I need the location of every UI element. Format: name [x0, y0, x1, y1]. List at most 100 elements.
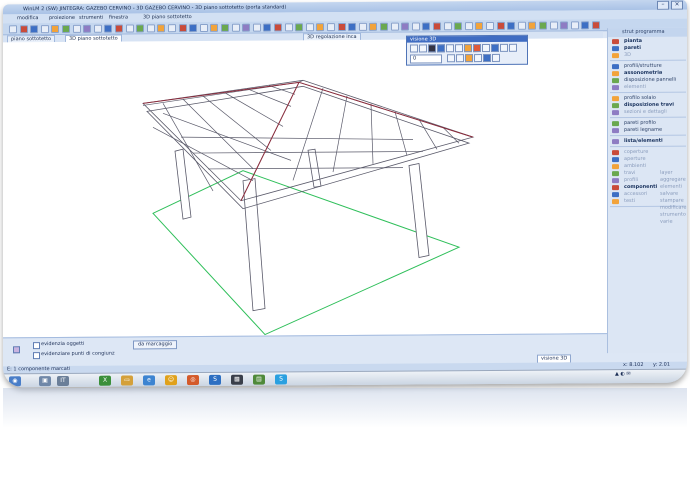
toolbar-button-icon[interactable] [295, 23, 304, 32]
toolbar-button-icon[interactable] [560, 21, 569, 30]
skype-blue-icon[interactable]: S [209, 374, 221, 385]
toolbar-button-icon[interactable] [9, 25, 17, 34]
light-icon[interactable] [473, 44, 481, 53]
render-icon[interactable] [483, 53, 491, 63]
toolbar-button-icon[interactable] [464, 22, 473, 31]
panel-tool-icon[interactable] [13, 346, 20, 354]
eye-icon[interactable] [419, 44, 427, 53]
panel-side-item[interactable]: strumento [660, 212, 686, 218]
app1-icon[interactable]: ▦ [231, 374, 243, 385]
toolbar-button-icon[interactable] [168, 24, 176, 33]
zoom-icon[interactable] [446, 44, 454, 53]
panel-item[interactable]: pareti [624, 45, 641, 51]
toolbar-button-icon[interactable] [274, 23, 282, 32]
cube-icon[interactable] [428, 44, 436, 53]
toolbar-button-icon[interactable] [40, 25, 49, 34]
toolbar-button-icon[interactable] [221, 23, 229, 32]
toolbar-button-icon[interactable] [528, 21, 537, 30]
toolbar-button-icon[interactable] [252, 23, 261, 32]
grid-icon[interactable] [491, 43, 499, 52]
menu-item-strumenti[interactable]: strumenti [79, 14, 103, 23]
excel-icon[interactable]: X [99, 375, 111, 386]
toolbar-button-icon[interactable] [592, 21, 600, 30]
folder-icon[interactable]: ▭ [121, 375, 133, 386]
toolbar-button-icon[interactable] [30, 25, 39, 34]
toolbar-button-icon[interactable] [337, 22, 346, 32]
panel-side-item[interactable]: stampare [660, 198, 684, 204]
toolbar-button-icon[interactable] [411, 22, 420, 31]
panel-item[interactable]: accessori [624, 191, 647, 197]
toolbar-button-icon[interactable] [433, 22, 441, 31]
toolbar-button-icon[interactable] [316, 23, 325, 32]
panel-side-item[interactable]: elementi [660, 184, 682, 190]
panel-side-item[interactable]: varie [660, 219, 673, 225]
panel-item[interactable]: ambienti [624, 163, 646, 169]
toolbar-button-icon[interactable] [242, 23, 251, 32]
toolbar-button-icon[interactable] [517, 21, 526, 30]
panel-item[interactable]: pareti profilo [624, 120, 656, 126]
menu-item-proiezione[interactable]: proiezione [49, 14, 75, 23]
toolbar-button-icon[interactable] [263, 23, 272, 32]
panel-item[interactable]: profili/strutture [624, 63, 662, 69]
marcaggio-button[interactable]: da marcaggio [133, 340, 178, 350]
toolbar-button-icon[interactable] [539, 21, 547, 30]
rotate-icon[interactable] [437, 44, 445, 53]
toolbar-button-icon[interactable] [19, 25, 28, 34]
shade-icon[interactable] [474, 54, 482, 63]
toolbar-button-icon[interactable] [475, 22, 484, 31]
toolbar-button-icon[interactable] [104, 24, 113, 33]
panel-side-item[interactable]: layer [660, 170, 673, 176]
toolbar-button-icon[interactable] [210, 23, 219, 32]
toolbar-button-icon[interactable] [348, 22, 357, 31]
toolbar-button-icon[interactable] [570, 21, 579, 30]
toolbar-button-icon[interactable] [422, 22, 431, 31]
toolbar-button-icon[interactable] [199, 23, 208, 33]
toolbar-button-icon[interactable] [454, 22, 463, 31]
pan-icon[interactable] [455, 44, 463, 53]
panel-item[interactable]: pareti legname [624, 127, 662, 133]
3d-viewport[interactable] [3, 38, 607, 338]
evidenzia-oggetti-checkbox[interactable] [33, 342, 40, 350]
panel-side-item[interactable]: salvare [660, 191, 678, 197]
explorer-icon[interactable]: ▣ [39, 376, 51, 387]
toolbar-button-icon[interactable] [507, 21, 516, 30]
menu-view-tab[interactable]: 3D piano sottotetto [143, 13, 192, 22]
toolbar-button-icon[interactable] [390, 22, 399, 31]
ie-icon[interactable]: e [143, 375, 155, 386]
toolbar-button-icon[interactable] [93, 24, 102, 33]
panel-side-item[interactable]: modificare [660, 205, 686, 211]
close-button[interactable]: × [671, 0, 683, 10]
menu-item-finestra[interactable]: finestra [109, 14, 128, 23]
panel-item[interactable]: assonometria [624, 70, 662, 76]
toolbar-button-icon[interactable] [305, 23, 314, 32]
menu-item-modifica[interactable]: modifica [17, 14, 38, 23]
toolbar-button-icon[interactable] [369, 22, 378, 31]
panel-item[interactable]: aperture [624, 156, 646, 162]
toolbar-button-icon[interactable] [83, 24, 92, 33]
visione-3d-field[interactable]: 0 [410, 54, 442, 64]
panel-item[interactable]: coperture [624, 149, 648, 155]
toolbar-button-icon[interactable] [401, 22, 410, 31]
panel-item[interactable]: profilo solaio [624, 95, 656, 101]
toolbar-button-icon[interactable] [581, 21, 590, 30]
lang-icon[interactable]: IT [57, 375, 69, 387]
skype-icon[interactable]: S [275, 374, 287, 385]
toolbar-button-icon[interactable] [157, 24, 166, 33]
toolbar-button-icon[interactable] [72, 24, 81, 33]
punti-congiunz-checkbox[interactable] [33, 352, 40, 360]
panel-item[interactable]: lista/elementi [624, 138, 663, 144]
toolbar-button-icon[interactable] [115, 24, 123, 33]
toolbar-button-icon[interactable] [443, 22, 452, 31]
toolbar-button-icon[interactable] [136, 24, 145, 33]
toolbar-button-icon[interactable] [486, 21, 494, 31]
print-icon[interactable] [509, 43, 517, 52]
start-icon[interactable]: ◉ [9, 376, 21, 387]
toolbar-button-icon[interactable] [496, 21, 505, 30]
panel-item[interactable]: sezioni e dettagli [624, 109, 667, 115]
camera-icon[interactable] [482, 43, 490, 53]
toolbar-button-icon[interactable] [358, 22, 367, 31]
panel-item[interactable]: pianta [624, 38, 642, 44]
panel-item[interactable]: profili [624, 177, 638, 183]
toolbar-button-icon[interactable] [380, 22, 388, 31]
toolbar-button-icon[interactable] [51, 24, 60, 34]
